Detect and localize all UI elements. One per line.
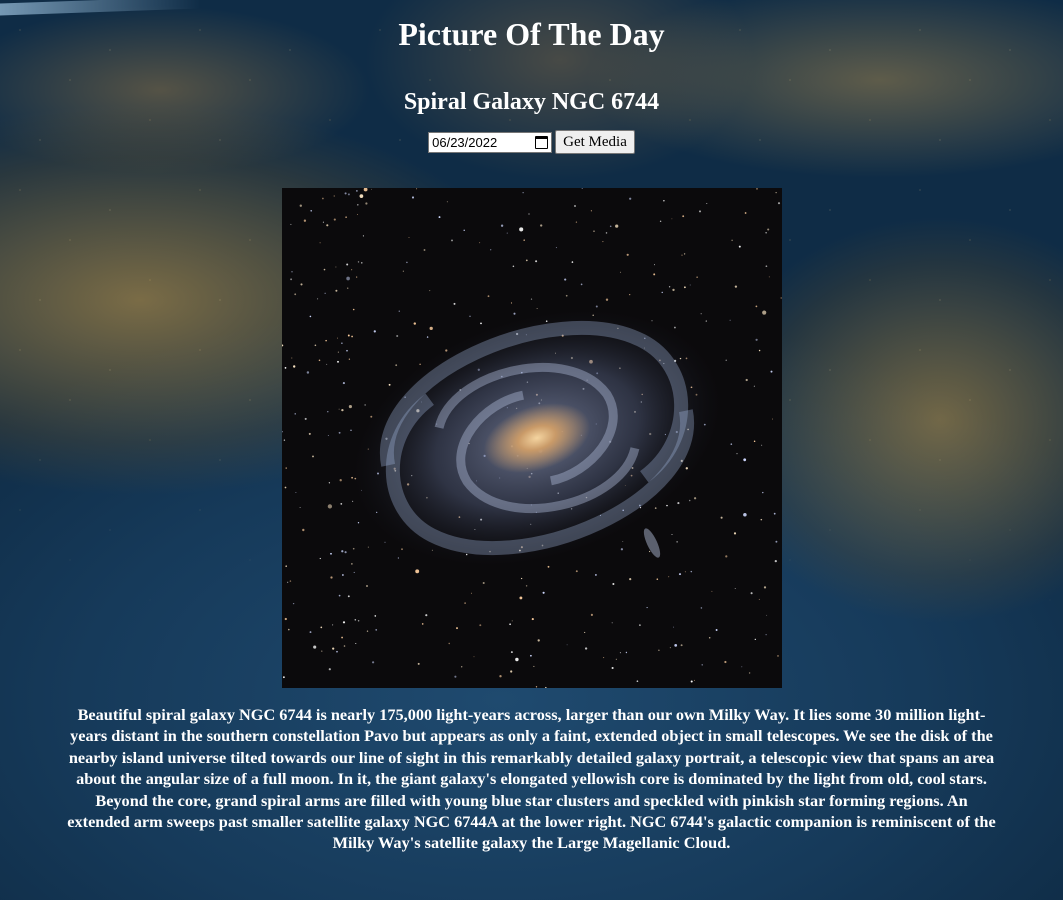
calendar-icon[interactable] xyxy=(535,135,549,149)
get-media-button[interactable]: Get Media xyxy=(555,130,635,154)
date-controls: 06/23/2022 Get Media xyxy=(0,130,1063,154)
date-input[interactable]: 06/23/2022 xyxy=(428,131,553,153)
page-title: Picture Of The Day xyxy=(398,16,665,52)
media-title: Spiral Galaxy NGC 6744 xyxy=(403,89,660,115)
main-content: Picture Of The Day Spiral Galaxy NGC 674… xyxy=(0,0,1063,854)
media-explanation: Beautiful spiral galaxy NGC 6744 is near… xyxy=(67,705,996,853)
date-value: 06/23/2022 xyxy=(432,134,498,150)
galaxy-image xyxy=(281,188,782,688)
